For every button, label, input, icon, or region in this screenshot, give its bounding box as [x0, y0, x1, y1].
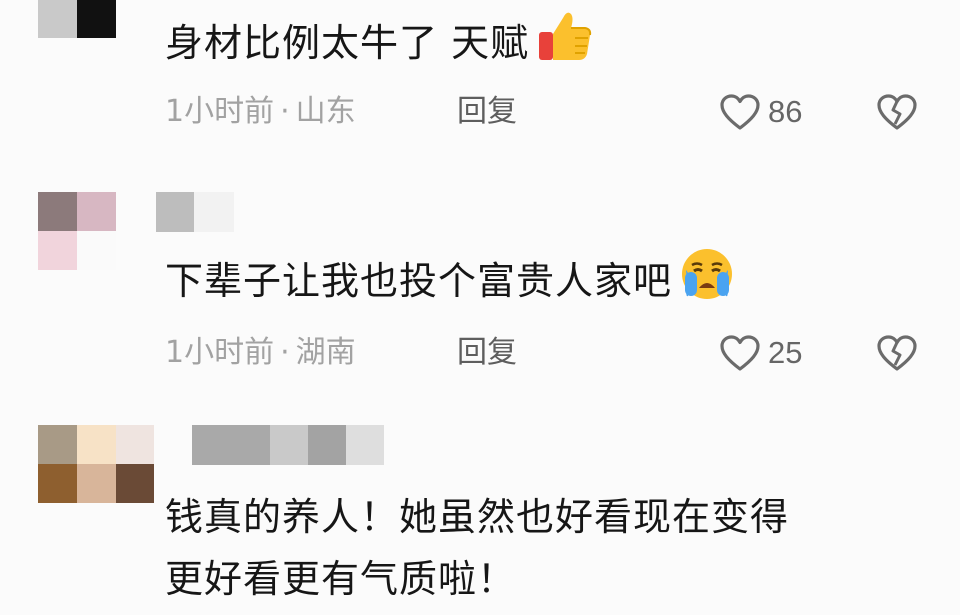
comment-location: 湖南 [295, 335, 356, 370]
heart-outline-icon [720, 94, 760, 130]
like-count: 86 [768, 94, 803, 129]
comment-time: 1小时前 [165, 335, 275, 370]
crying-face-icon [678, 246, 736, 320]
username-blurred[interactable] [156, 425, 388, 465]
comment-text-line: 更好看更有气质啦！ [165, 557, 517, 601]
reply-button[interactable]: 回复 [457, 92, 517, 132]
username-blurred[interactable] [156, 192, 236, 232]
comment-list: 身材比例太牛了 天赋 1小时前 · 山东 回复 86 下辈子让我也投个富贵人家吧… [0, 0, 960, 615]
comment-text-line: 钱真的养人！她虽然也好看现在变得 [165, 495, 790, 539]
dislike-button[interactable] [874, 92, 920, 132]
comment-text-content: 下辈子让我也投个富贵人家吧 [165, 259, 673, 303]
comment-location: 山东 [295, 94, 356, 129]
like-count: 25 [768, 335, 803, 370]
comment-meta: 1小时前 · 湖南 [165, 333, 356, 373]
like-button[interactable]: 86 [718, 92, 802, 132]
broken-heart-icon [877, 94, 917, 130]
thumbs-up-icon [535, 8, 593, 82]
avatar-blurred[interactable] [38, 425, 154, 505]
comment-text: 下辈子让我也投个富贵人家吧 [165, 246, 736, 320]
comment-time: 1小时前 [165, 94, 275, 129]
heart-outline-icon [720, 335, 760, 371]
meta-separator: · [280, 94, 290, 129]
comment-text: 身材比例太牛了 天赋 [165, 8, 593, 82]
broken-heart-icon [877, 335, 917, 371]
avatar-blurred[interactable] [38, 0, 154, 38]
like-button[interactable]: 25 [718, 333, 802, 373]
comment-text-content: 身材比例太牛了 天赋 [165, 21, 530, 65]
comment-meta: 1小时前 · 山东 [165, 92, 356, 132]
meta-separator: · [280, 335, 290, 370]
dislike-button[interactable] [874, 333, 920, 373]
avatar-blurred[interactable] [38, 192, 154, 272]
reply-button[interactable]: 回复 [457, 333, 517, 373]
